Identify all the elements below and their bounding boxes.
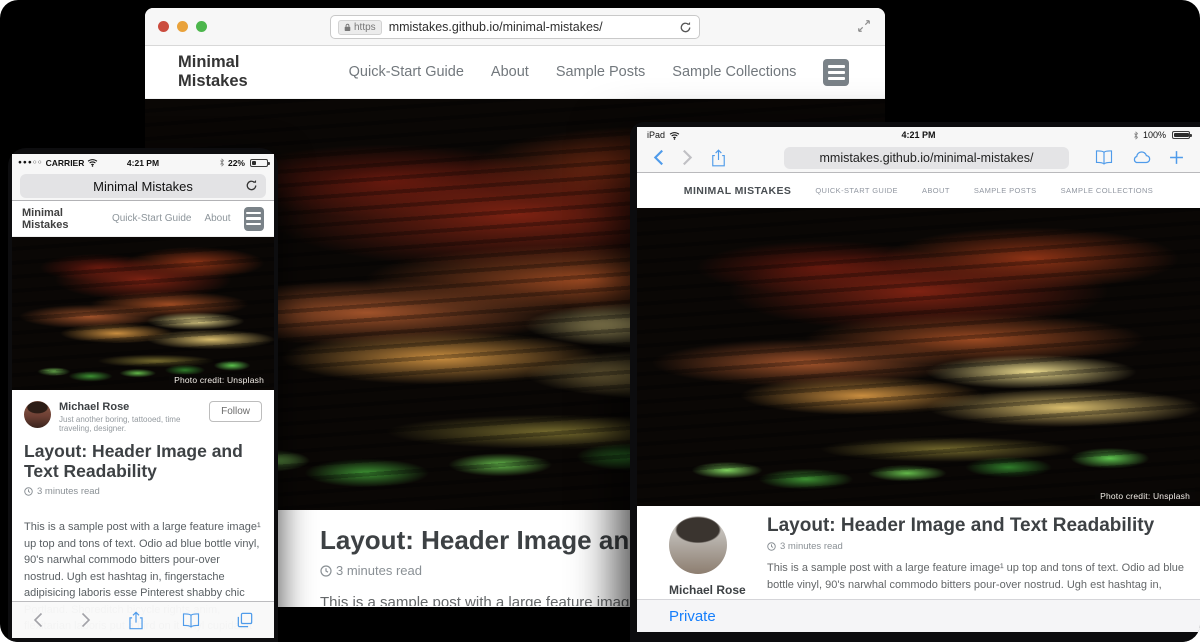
battery-icon (1172, 131, 1190, 139)
safari-url-row: Minimal Mistakes (12, 171, 274, 201)
minimize-window-button[interactable] (177, 21, 188, 32)
close-window-button[interactable] (158, 21, 169, 32)
safari-bottom-toolbar (12, 601, 274, 638)
back-button[interactable] (653, 149, 664, 166)
address-bar[interactable]: https mmistakes.github.io/minimal-mistak… (330, 15, 700, 39)
iphone-screen: ●●●○○ CARRIER 4:21 PM 22% Minimal Mistak… (12, 154, 274, 638)
nav-link-about[interactable]: About (204, 213, 230, 224)
reading-time: 3 minutes read (12, 481, 274, 497)
nav-link-quick-start[interactable]: QUICK-START GUIDE (815, 186, 898, 195)
site-masthead: Minimal Mistakes Quick-Start Guide About (12, 201, 274, 237)
clock-icon (24, 487, 33, 496)
address-field[interactable]: Minimal Mistakes (20, 174, 266, 198)
feature-image: Photo credit: Unsplash (12, 237, 274, 390)
wifi-icon (87, 158, 98, 167)
nav-link-sample-collections[interactable]: Sample Collections (672, 64, 796, 80)
clock-icon (320, 565, 332, 577)
follow-button[interactable]: Follow (209, 401, 262, 422)
battery-percent: 22% (228, 158, 245, 168)
status-left: iPad (647, 130, 828, 140)
tabs-icon[interactable] (237, 612, 253, 628)
author-row: Michael Rose Just another boring, tattoo… (12, 390, 274, 433)
battery-percent: 100% (1143, 130, 1166, 140)
nav-link-sample-posts[interactable]: Sample Posts (556, 64, 645, 80)
refresh-icon[interactable] (679, 21, 692, 34)
nav-link-quick-start[interactable]: Quick-Start Guide (349, 64, 464, 80)
photo-credit: Photo credit: Unsplash (1095, 490, 1195, 502)
feature-image: Photo credit: Unsplash (637, 208, 1200, 506)
wifi-icon (669, 131, 680, 140)
signal-dots: ●●●○○ (18, 159, 43, 166)
status-left: ●●●○○ CARRIER (18, 158, 101, 168)
bookmarks-icon[interactable] (1095, 150, 1113, 165)
author-info: Michael Rose Just another boring, tattoo… (59, 401, 187, 433)
ipad-status-bar: iPad 4:21 PM 100% (637, 127, 1200, 143)
https-badge: https (338, 20, 382, 35)
menu-toggle-button[interactable] (244, 207, 264, 231)
nav-link-about[interactable]: ABOUT (922, 186, 950, 195)
author-name: Michael Rose (59, 401, 187, 413)
author-sidebar: Michael Rose Just another boring, tattoo… (669, 516, 779, 594)
site-title-link[interactable]: MINIMAL MISTAKES (684, 185, 792, 197)
reading-time-label: 3 minutes read (37, 486, 100, 497)
status-time: 4:21 PM (101, 158, 184, 168)
zoom-window-button[interactable] (196, 21, 207, 32)
address-field[interactable]: mmistakes.github.io/minimal-mistakes/ (784, 147, 1069, 169)
status-right: 100% (1009, 130, 1190, 140)
ipad-screen: iPad 4:21 PM 100% mmistakes.github.io/mi… (637, 127, 1200, 632)
refresh-icon[interactable] (245, 179, 258, 192)
device-label: iPad (647, 130, 665, 140)
private-browsing-bar: Private (637, 599, 1200, 632)
browser-chrome: https mmistakes.github.io/minimal-mistak… (145, 8, 885, 46)
site-title-link[interactable]: Minimal Mistakes (178, 53, 307, 91)
post-paragraph: This is a sample post with a large featu… (767, 560, 1193, 594)
window-controls (158, 21, 207, 32)
url-text: mmistakes.github.io/minimal-mistakes/ (389, 20, 672, 34)
author-avatar (669, 516, 727, 574)
site-masthead: Minimal Mistakes Quick-Start Guide About… (145, 46, 885, 99)
page-title: Minimal Mistakes (93, 179, 193, 194)
status-right: 22% (185, 158, 268, 168)
safari-toolbar: mmistakes.github.io/minimal-mistakes/ (637, 143, 1200, 173)
site-masthead: MINIMAL MISTAKES QUICK-START GUIDE ABOUT… (637, 173, 1200, 208)
battery-icon (250, 159, 268, 167)
bluetooth-icon (219, 158, 225, 167)
reading-time-label: 3 minutes read (780, 541, 843, 552)
menu-toggle-button[interactable] (823, 59, 849, 86)
status-time: 4:21 PM (828, 130, 1009, 140)
post-content: Michael Rose Just another boring, tattoo… (637, 506, 1200, 594)
bluetooth-icon (1133, 131, 1139, 140)
post-title: Layout: Header Image and Text Readabilit… (12, 433, 274, 481)
site-title-link[interactable]: Minimal Mistakes (22, 207, 99, 231)
ipad-device: iPad 4:21 PM 100% mmistakes.github.io/mi… (630, 122, 1200, 642)
back-button[interactable] (33, 612, 43, 628)
iphone-status-bar: ●●●○○ CARRIER 4:21 PM 22% (12, 154, 274, 171)
author-name: Michael Rose (669, 583, 779, 594)
fullscreen-icon[interactable] (857, 19, 871, 33)
nav-link-sample-collections[interactable]: SAMPLE COLLECTIONS (1061, 186, 1154, 195)
forward-button[interactable] (81, 612, 91, 628)
composite-canvas: https mmistakes.github.io/minimal-mistak… (0, 0, 1200, 642)
post-body: Layout: Header Image and Text Readabilit… (767, 506, 1193, 594)
author-avatar (24, 401, 51, 428)
author-bio: Just another boring, tattooed, time trav… (59, 415, 187, 433)
photo-credit: Photo credit: Unsplash (169, 374, 269, 386)
icloud-tabs-icon[interactable] (1131, 151, 1151, 164)
private-button[interactable]: Private (669, 608, 716, 625)
nav-link-sample-posts[interactable]: SAMPLE POSTS (974, 186, 1037, 195)
nav-link-about[interactable]: About (491, 64, 529, 80)
new-tab-icon[interactable] (1169, 150, 1184, 165)
share-icon[interactable] (128, 611, 144, 630)
carrier-label: CARRIER (46, 158, 85, 168)
post-title: Layout: Header Image and Text Readabilit… (767, 515, 1193, 537)
share-icon[interactable] (711, 149, 726, 167)
iphone-device: ●●●○○ CARRIER 4:21 PM 22% Minimal Mistak… (8, 148, 278, 642)
https-label: https (354, 22, 376, 33)
lock-icon (344, 23, 351, 32)
reading-time-label: 3 minutes read (336, 563, 422, 578)
nav-link-quick-start[interactable]: Quick-Start Guide (112, 213, 191, 224)
forward-button[interactable] (682, 149, 693, 166)
bookmarks-icon[interactable] (182, 613, 200, 628)
reading-time: 3 minutes read (767, 541, 1193, 552)
